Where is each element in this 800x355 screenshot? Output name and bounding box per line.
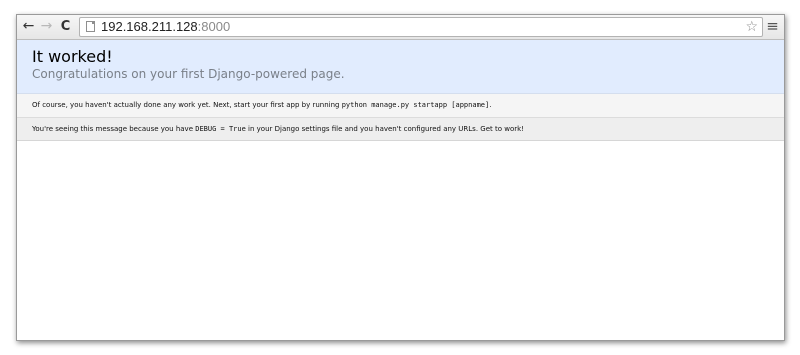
page-subtitle: Congratulations on your first Django-pow…	[32, 67, 345, 81]
reload-button[interactable]: C	[57, 18, 74, 35]
page-title: It worked!	[32, 47, 113, 66]
instructions-text: Of course, you haven't actually done any…	[32, 94, 491, 116]
instructions-end: .	[489, 101, 492, 109]
reload-icon: C	[60, 19, 71, 34]
menu-icon[interactable]: ≡	[766, 19, 779, 34]
page-icon	[86, 21, 95, 32]
debug-setting: DEBUG = True	[195, 125, 246, 133]
back-button[interactable]: ←	[20, 18, 37, 35]
instructions-prefix: Of course, you haven't actually done any…	[32, 101, 342, 109]
browser-toolbar: ← → C 192.168.211.128:8000 ☆ ≡	[17, 15, 784, 40]
forward-arrow-icon: →	[40, 18, 53, 34]
explanation-suffix: in your Django settings file and you hav…	[245, 125, 524, 133]
page-header: It worked! Congratulations on your first…	[17, 40, 784, 94]
instructions-row: Of course, you haven't actually done any…	[17, 94, 784, 118]
explanation-prefix: You're seeing this message because you h…	[32, 125, 196, 133]
url-text[interactable]: 192.168.211.128:8000	[101, 18, 230, 36]
explanation-row: You're seeing this message because you h…	[17, 118, 784, 141]
back-arrow-icon: ←	[22, 18, 35, 34]
url-host: 192.168.211.128	[101, 19, 198, 34]
browser-window: ← → C 192.168.211.128:8000 ☆ ≡ It worked…	[16, 14, 785, 341]
startapp-command: python manage.py startapp [appname]	[341, 101, 490, 109]
page-body	[17, 141, 784, 340]
explanation-text: You're seeing this message because you h…	[32, 118, 524, 140]
forward-button[interactable]: →	[38, 18, 55, 35]
address-bar[interactable]: 192.168.211.128:8000 ☆	[79, 17, 763, 37]
star-icon[interactable]: ☆	[745, 18, 758, 36]
url-port: :8000	[197, 19, 231, 34]
